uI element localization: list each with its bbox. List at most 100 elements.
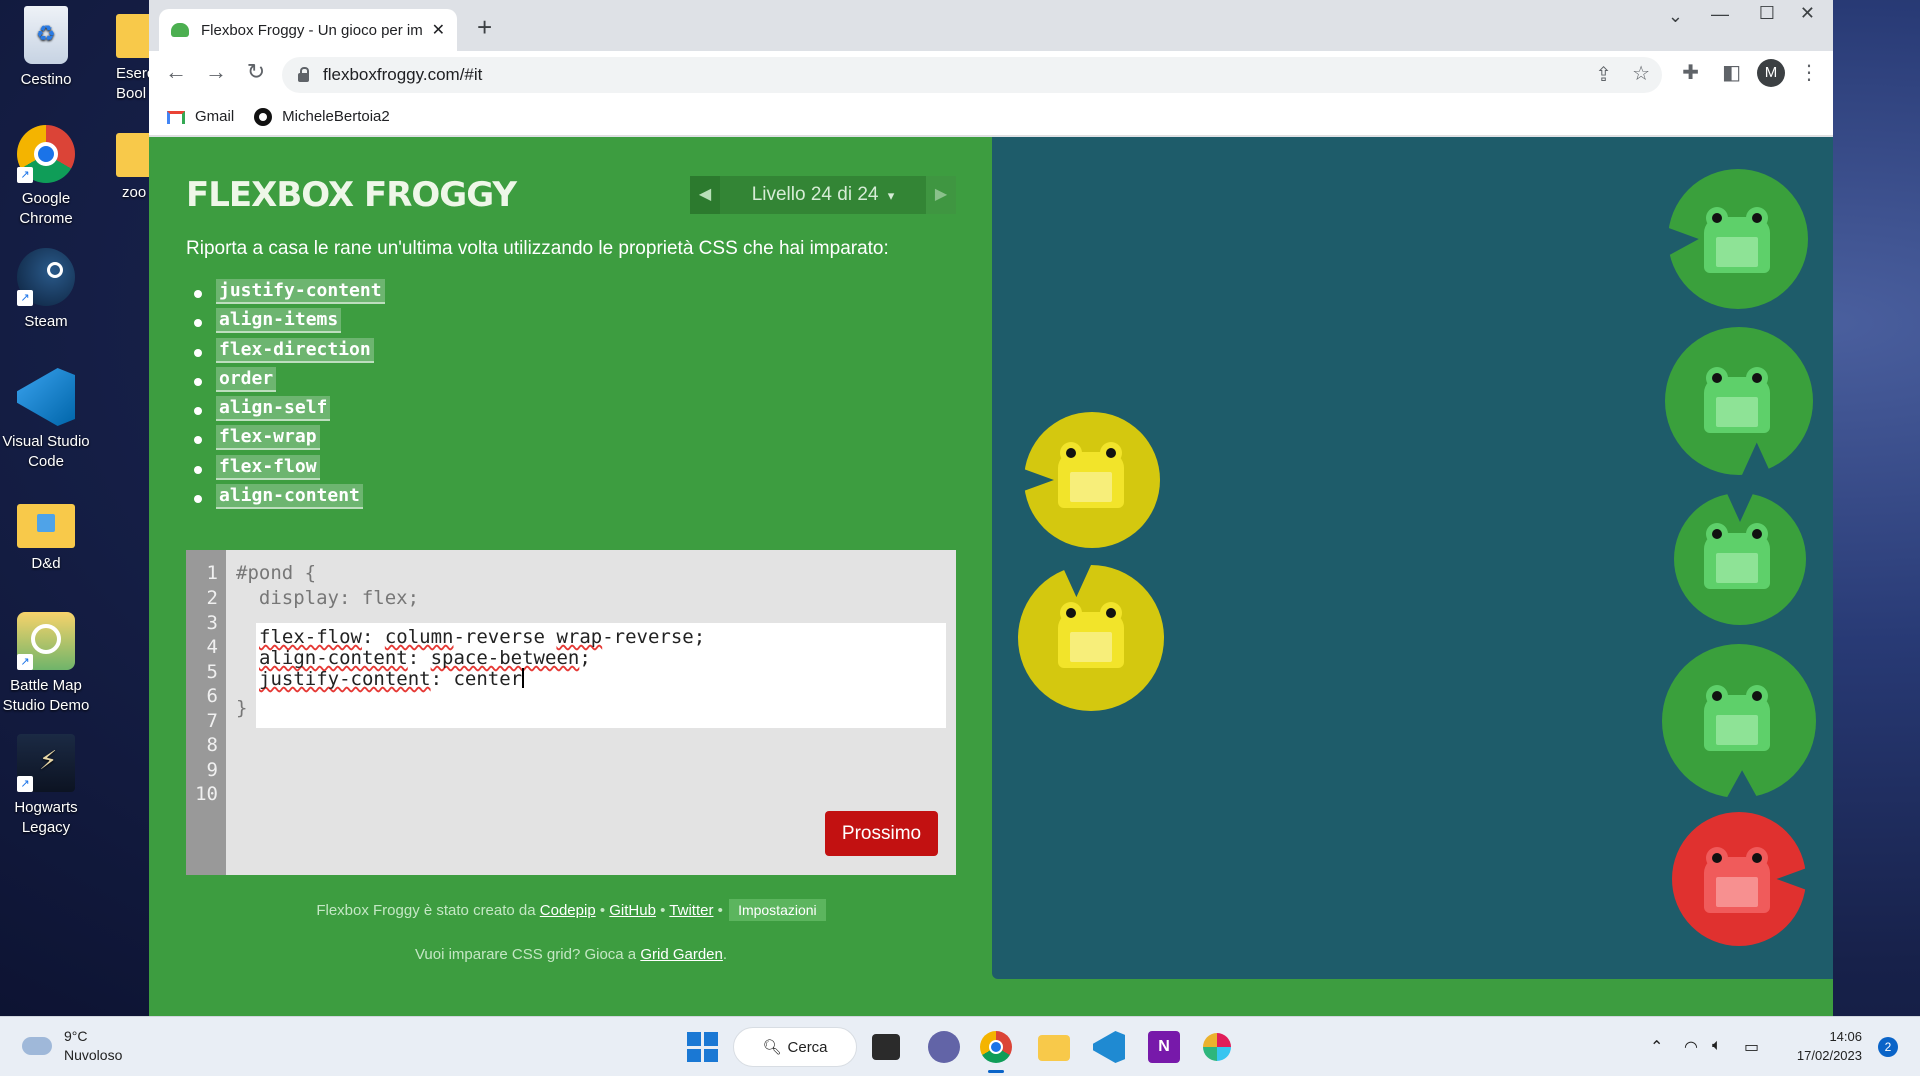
minimize-icon[interactable]: —	[1711, 4, 1729, 25]
reload-icon[interactable]: ↻	[236, 59, 276, 85]
slack-icon[interactable]	[1203, 1033, 1231, 1061]
browser-toolbar: ← → ↻ flexboxfroggy.com/#it ⇪ ☆ ✚ ◧ M ⋮	[149, 51, 1833, 98]
input-line-justify-content: justify-content: center	[259, 668, 524, 690]
property-flex-wrap[interactable]: flex-wrap	[216, 425, 320, 451]
css-input-textarea[interactable]: flex-flow: column-reverse wrap-reverse; …	[256, 623, 946, 728]
lock-icon	[298, 66, 309, 82]
desktop-icon-eserc-folder[interactable]: Eserc Bool	[106, 6, 150, 103]
maximize-icon[interactable]: ☐	[1759, 3, 1775, 24]
desktop-icon-battle-map[interactable]: ↗ Battle Map Studio Demo	[0, 612, 92, 715]
previous-level-arrow-icon[interactable]: ◀	[690, 176, 720, 214]
property-flex-flow[interactable]: flex-flow	[216, 454, 320, 480]
bookmark-star-icon[interactable]: ☆	[1632, 61, 1650, 86]
taskbar: 9°C Nuvoloso 🔍︎ Cerca N ⌃ ◠ 🔈︎ ▭ 14:06 1…	[0, 1016, 1920, 1076]
green-frog	[1700, 207, 1774, 273]
vscode-taskbar-icon[interactable]	[1093, 1031, 1125, 1063]
line-number: 9	[206, 759, 218, 781]
close-tab-icon[interactable]: ✕	[432, 20, 445, 40]
desktop-icon-label: Visual Studio Code	[2, 433, 90, 470]
list-item: align-content	[194, 484, 385, 514]
level-dropdown[interactable]: Livello 24 di 24 ▾	[720, 184, 926, 206]
input-token: ;	[579, 647, 591, 669]
desktop-icon-label: Steam	[24, 313, 68, 330]
steam-icon: ↗	[17, 248, 75, 306]
url-text: flexboxfroggy.com/#it	[323, 65, 483, 84]
desktop-icon-vscode[interactable]: Visual Studio Code	[0, 368, 92, 471]
hogwarts-icon: ⚡ ↗	[17, 734, 75, 792]
property-align-content[interactable]: align-content	[216, 484, 363, 510]
red-frog	[1700, 847, 1774, 913]
property-align-self[interactable]: align-self	[216, 396, 331, 422]
battle-map-icon: ↗	[17, 612, 75, 670]
folder-icon	[17, 504, 75, 548]
task-view-icon[interactable]	[872, 1034, 900, 1060]
desktop-icon-steam[interactable]: ↗ Steam	[0, 248, 92, 332]
extensions-icon[interactable]: ✚	[1682, 60, 1699, 85]
wifi-icon[interactable]: ◠	[1684, 1037, 1698, 1057]
line-number: 5	[206, 661, 218, 683]
desktop-icon-hogwarts[interactable]: ⚡ ↗ Hogwarts Legacy	[0, 734, 92, 837]
weather-text: 9°C Nuvoloso	[64, 1027, 122, 1065]
property-justify-content[interactable]: justify-content	[216, 279, 385, 304]
tab-search-chevron-icon[interactable]: ⌄	[1668, 6, 1683, 27]
tab-title: Flexbox Froggy - Un gioco per im	[201, 21, 423, 39]
onenote-icon[interactable]: N	[1148, 1031, 1180, 1063]
github-link[interactable]: GitHub	[609, 902, 656, 919]
gmail-icon	[167, 108, 185, 126]
file-explorer-icon[interactable]	[1038, 1035, 1070, 1061]
profile-avatar[interactable]: M	[1757, 59, 1785, 87]
notification-badge[interactable]: 2	[1878, 1037, 1898, 1057]
side-panel-icon[interactable]: ◧	[1722, 60, 1741, 85]
desktop-icon-dnd-folder[interactable]: D&d	[0, 496, 92, 574]
teams-chat-icon[interactable]	[928, 1031, 960, 1063]
property-flex-direction[interactable]: flex-direction	[216, 337, 374, 363]
game-logo: FLEXBOX FROGGY	[186, 175, 517, 215]
show-hidden-icons-icon[interactable]: ⌃	[1650, 1037, 1663, 1057]
close-window-icon[interactable]: ✕	[1800, 3, 1815, 24]
desktop-icon-zoo-folder[interactable]: zoo	[106, 125, 150, 203]
input-token: flex-flow	[259, 626, 362, 648]
desktop-icon-label: Battle Map Studio Demo	[2, 677, 90, 714]
shortcut-arrow-icon: ↗	[17, 290, 33, 306]
tab-flexbox-froggy[interactable]: Flexbox Froggy - Un gioco per im ✕	[159, 9, 457, 51]
desktop-icon-recycle-bin[interactable]: ♻ Cestino	[0, 6, 92, 90]
clock-time: 14:06	[1829, 1029, 1862, 1044]
next-level-arrow-icon[interactable]: ▶	[926, 176, 956, 214]
line-number: 6	[206, 685, 218, 707]
codepip-link[interactable]: Codepip	[540, 902, 596, 919]
new-tab-icon[interactable]: +	[477, 12, 492, 43]
bookmark-github[interactable]: MicheleBertoia2	[254, 107, 390, 126]
address-bar[interactable]: flexboxfroggy.com/#it ⇪ ☆	[282, 57, 1662, 93]
chrome-icon: ↗	[17, 125, 75, 183]
property-align-items[interactable]: align-items	[216, 308, 342, 334]
volume-icon[interactable]: 🔈︎	[1712, 1037, 1722, 1055]
menu-kebab-icon[interactable]: ⋮	[1799, 60, 1819, 85]
taskbar-search[interactable]: 🔍︎ Cerca	[733, 1027, 857, 1067]
separator: •	[655, 902, 670, 919]
bookmarks-bar: Gmail MicheleBertoia2	[149, 98, 1833, 136]
next-level-button[interactable]: Prossimo	[825, 811, 938, 856]
weather-widget[interactable]: 9°C Nuvoloso	[22, 1027, 122, 1065]
start-windows-icon[interactable]	[686, 1031, 718, 1063]
css-editor: 1 2 3 4 5 6 7 8 9 10 #pond { display: fl…	[186, 550, 956, 875]
desktop-icon-chrome[interactable]: ↗ Google Chrome	[0, 125, 92, 228]
list-item: flex-direction	[194, 337, 385, 368]
bookmark-gmail[interactable]: Gmail	[167, 108, 234, 126]
input-line-flex-flow: flex-flow: column-reverse wrap-reverse;	[259, 626, 705, 648]
property-order[interactable]: order	[216, 366, 277, 392]
input-token: : center	[430, 668, 523, 690]
code-line-selector: #pond {	[236, 562, 317, 584]
settings-button[interactable]: Impostazioni	[729, 899, 826, 921]
twitter-link[interactable]: Twitter	[669, 902, 713, 919]
folder-icon	[116, 133, 150, 177]
forward-icon[interactable]: →	[196, 59, 236, 85]
github-icon	[254, 107, 273, 126]
grid-garden-link[interactable]: Grid Garden	[640, 946, 723, 963]
system-clock[interactable]: 14:06 17/02/2023	[1797, 1028, 1862, 1066]
line-number: 8	[206, 734, 218, 756]
chrome-taskbar-icon[interactable]	[980, 1031, 1012, 1063]
battery-icon[interactable]: ▭	[1744, 1037, 1759, 1057]
back-icon[interactable]: ←	[156, 59, 196, 85]
share-icon[interactable]: ⇪	[1595, 62, 1612, 87]
grid-garden-note: Vuoi imparare CSS grid? Gioca a Grid Gar…	[186, 946, 956, 963]
